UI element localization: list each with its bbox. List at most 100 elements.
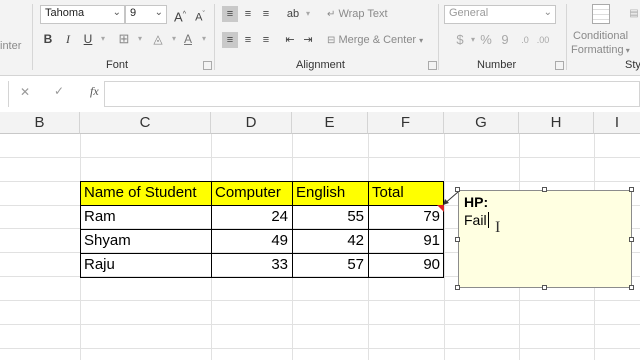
bold-button[interactable]: B (40, 31, 56, 47)
gridline (444, 134, 445, 360)
table-cell-english[interactable]: 42 (292, 229, 368, 253)
resize-handle[interactable] (455, 285, 460, 290)
number-format-combobox[interactable]: General ⌄ (444, 5, 556, 24)
align-center-icon[interactable]: ≡ (240, 32, 256, 48)
borders-dropdown-icon[interactable]: ▾ (132, 31, 148, 47)
font-name-combobox[interactable]: Tahoma ⌄ (40, 5, 125, 24)
merge-center-button[interactable]: ⊟ Merge & Center ▾ (327, 34, 423, 46)
alignment-dialog-launcher-icon[interactable] (428, 61, 437, 70)
font-name-value: Tahoma (45, 7, 85, 19)
increase-decimal-icon[interactable]: .0 (517, 32, 533, 48)
insert-function-icon[interactable]: fx (90, 84, 99, 99)
table-header-name[interactable]: Name of Student (80, 181, 211, 205)
wrap-text-label: Wrap Text (338, 8, 388, 20)
middle-align-icon[interactable]: ≡ (240, 6, 256, 22)
table-cell-name[interactable]: Raju (80, 253, 211, 277)
group-separator (214, 4, 215, 70)
merge-dropdown-icon[interactable]: ▾ (419, 36, 423, 45)
cancel-icon[interactable]: ✕ (20, 85, 30, 99)
column-header-C[interactable]: C (80, 112, 211, 134)
column-header-H[interactable]: H (519, 112, 594, 134)
chevron-down-icon[interactable]: ⌄ (113, 7, 121, 18)
font-color-dropdown-icon[interactable]: ▾ (196, 31, 212, 47)
table-border (80, 205, 444, 206)
conditional-formatting-label-1[interactable]: Conditional (573, 30, 628, 42)
table-header-english[interactable]: English (292, 181, 368, 205)
font-size-value: 9 (130, 7, 137, 19)
align-left-icon[interactable]: ≡ (222, 32, 238, 48)
table-cell-total[interactable]: 91 (368, 229, 444, 253)
column-header-B[interactable]: B (0, 112, 80, 134)
resize-handle[interactable] (542, 285, 547, 290)
format-table-icon-cut[interactable]: ▤ (626, 6, 640, 22)
table-border (368, 181, 369, 278)
formula-input[interactable] (104, 81, 640, 107)
merge-center-label: Merge & Center (338, 34, 417, 46)
formula-bar: ✕ ✓ fx (0, 76, 640, 112)
table-cell-name[interactable]: Shyam (80, 229, 211, 253)
alignment-group-label: Alignment (296, 59, 345, 71)
increase-font-size-icon[interactable]: A^ (172, 7, 188, 24)
decrease-indent-icon[interactable]: ⇤ (282, 32, 298, 48)
table-cell-english[interactable]: 55 (292, 205, 368, 229)
comma-style-button[interactable]: 9 (497, 32, 513, 48)
table-cell-english[interactable]: 57 (292, 253, 368, 277)
column-header-F[interactable]: F (368, 112, 444, 134)
table-header-total[interactable]: Total (368, 181, 444, 205)
chevron-down-icon[interactable]: ⌄ (544, 7, 552, 18)
table-cell-total[interactable]: 79 (368, 205, 444, 229)
resize-handle[interactable] (542, 187, 547, 192)
group-separator (438, 4, 439, 70)
resize-handle[interactable] (629, 285, 634, 290)
font-dialog-launcher-icon[interactable] (203, 61, 212, 70)
number-dialog-launcher-icon[interactable] (555, 61, 564, 70)
resize-handle[interactable] (455, 237, 460, 242)
table-cell-name[interactable]: Ram (80, 205, 211, 229)
resize-handle[interactable] (629, 187, 634, 192)
table-cell-total[interactable]: 90 (368, 253, 444, 277)
resize-handle[interactable] (629, 237, 634, 242)
table-border (80, 181, 81, 278)
column-header-G[interactable]: G (444, 112, 519, 134)
borders-icon[interactable]: ⊞ (116, 31, 132, 47)
group-separator (566, 4, 567, 70)
conditional-formatting-label-2[interactable]: Formatting ▾ (571, 44, 630, 56)
table-border (80, 277, 444, 278)
italic-button[interactable]: I (60, 31, 76, 47)
table-header-computer[interactable]: Computer (211, 181, 292, 205)
conditional-formatting-icon[interactable] (590, 2, 614, 28)
table-cell-computer[interactable]: 33 (211, 253, 292, 277)
decrease-font-size-icon[interactable]: Aˇ (192, 7, 208, 24)
column-header-I[interactable]: I (594, 112, 640, 134)
increase-indent-icon[interactable]: ⇥ (300, 32, 316, 48)
table-cell-computer[interactable]: 24 (211, 205, 292, 229)
comment-box[interactable]: HP: Fail I (458, 190, 632, 288)
formula-divider (8, 81, 9, 107)
font-color-icon[interactable]: A (180, 31, 196, 47)
decrease-decimal-icon[interactable]: .00 (535, 32, 551, 48)
wrap-text-button[interactable]: ↵ Wrap Text (327, 8, 388, 20)
enter-icon[interactable]: ✓ (54, 84, 64, 98)
resize-handle[interactable] (455, 187, 460, 192)
i-beam-cursor-icon: I (495, 219, 501, 236)
formula-controls: ✕ ✓ fx (10, 82, 102, 104)
underline-dropdown-icon[interactable]: ▾ (95, 31, 111, 47)
column-header-D[interactable]: D (211, 112, 292, 134)
font-size-combobox[interactable]: 9 ⌄ (125, 5, 167, 24)
chevron-down-icon[interactable]: ⌄ (155, 7, 163, 18)
fill-color-icon[interactable]: ◬ (150, 31, 166, 47)
table-cell-computer[interactable]: 49 (211, 229, 292, 253)
percent-style-button[interactable]: % (478, 32, 494, 48)
underline-button[interactable]: U (80, 31, 96, 47)
column-header-E[interactable]: E (292, 112, 368, 134)
table-border (80, 253, 444, 254)
comment-text[interactable]: Fail (464, 212, 493, 228)
orientation-dropdown-icon[interactable]: ▾ (300, 6, 316, 22)
number-format-value: General (449, 7, 489, 19)
bottom-align-icon[interactable]: ≡ (258, 6, 274, 22)
wrap-text-icon: ↵ (327, 9, 336, 20)
top-align-icon[interactable]: ≡ (222, 6, 238, 22)
format-painter-label-cut[interactable]: inter (0, 40, 21, 52)
orientation-icon[interactable]: ab (285, 6, 301, 22)
align-right-icon[interactable]: ≡ (258, 32, 274, 48)
